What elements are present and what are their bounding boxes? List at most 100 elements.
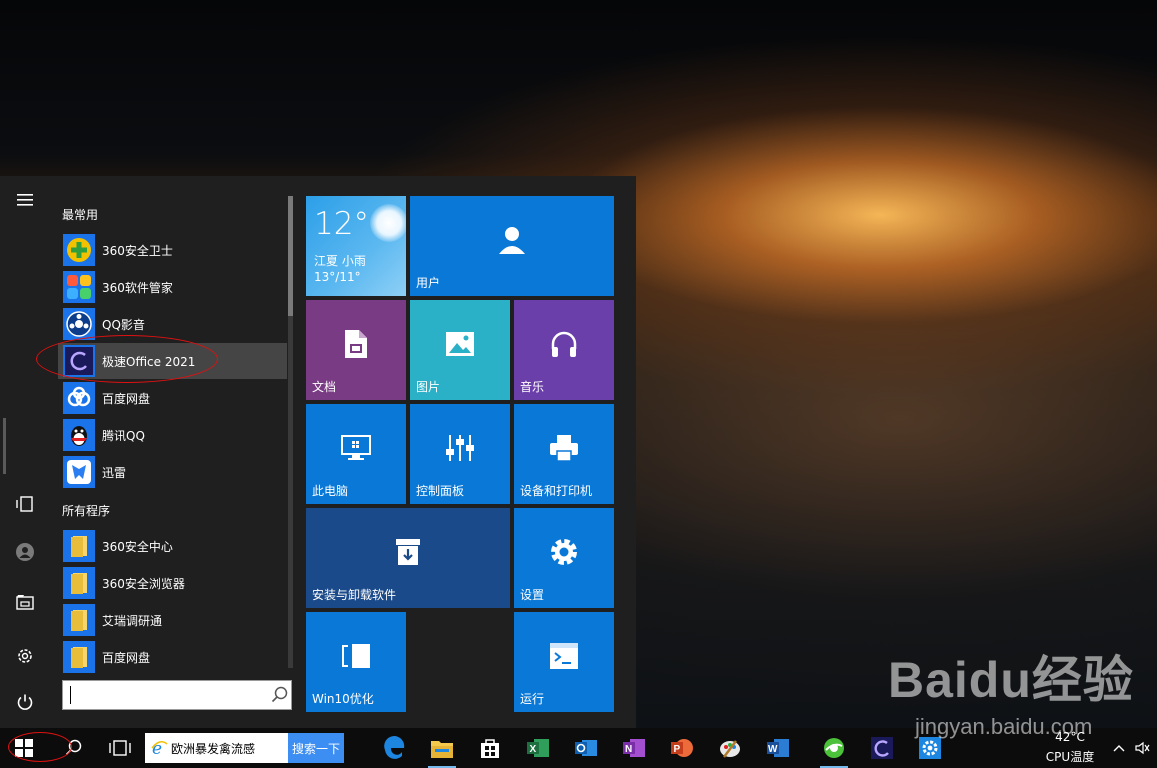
app-folder-baidu-netdisk[interactable]: 百度网盘	[58, 639, 287, 675]
tablet-mode-icon[interactable]	[0, 484, 50, 524]
cpu-temperature-label: CPU温度	[1045, 750, 1095, 764]
app-label: 360软件管家	[102, 280, 173, 295]
tile-devices-printers[interactable]: 设备和打印机	[514, 404, 614, 504]
tile-label: 用户	[416, 276, 441, 290]
paint-icon	[720, 740, 740, 758]
task-view-icon	[109, 740, 131, 756]
tile-user[interactable]: 用户	[410, 196, 614, 296]
folder-icon	[63, 567, 95, 599]
tile-control-panel[interactable]: 控制面板	[410, 404, 510, 504]
app-folder-360-browser[interactable]: 360安全浏览器	[58, 565, 287, 601]
run-icon	[550, 643, 578, 669]
tile-this-pc[interactable]: 此电脑	[306, 404, 406, 504]
app-label: 360安全浏览器	[102, 576, 185, 591]
tile-label: 安装与卸载软件	[312, 588, 397, 602]
tile-pictures[interactable]: 图片	[410, 300, 510, 400]
taskbar-app-360-browser[interactable]	[814, 728, 854, 768]
folder-icon	[63, 604, 95, 636]
tile-install-uninstall[interactable]: 安装与卸载软件	[306, 508, 510, 608]
power-icon[interactable]	[0, 682, 50, 722]
taskbar-app-jisu-office[interactable]	[862, 728, 902, 768]
app-label: 百度网盘	[102, 391, 151, 406]
taskbar-app-edge[interactable]	[374, 728, 414, 768]
taskbar-app-outlook[interactable]	[566, 728, 606, 768]
excel-icon: X	[527, 739, 549, 757]
picture-icon	[446, 332, 474, 356]
tile-weather[interactable]: 12° 江夏 小雨 13°/11°	[306, 196, 406, 296]
taskbar-news-search-input[interactable]: e 欧洲暴发禽流感	[145, 733, 288, 763]
search-icon[interactable]	[271, 686, 289, 708]
file-explorer-icon[interactable]	[0, 582, 50, 622]
hamburger-icon[interactable]	[0, 180, 50, 220]
app-label: 360安全中心	[102, 539, 173, 554]
tile-music[interactable]: 音乐	[514, 300, 614, 400]
document-icon	[345, 330, 367, 358]
task-view-button[interactable]	[100, 728, 140, 768]
jisu-office-icon	[871, 737, 893, 759]
app-folder-airui[interactable]: 艾瑞调研通	[58, 602, 287, 638]
powerpoint-icon: P	[671, 739, 693, 757]
scrollbar-thumb[interactable]	[288, 196, 293, 316]
settings-icon[interactable]	[0, 636, 50, 676]
taskbar-app-word[interactable]: W	[758, 728, 798, 768]
weather-range: 13°/11°	[314, 270, 361, 284]
app-xunlei[interactable]: 迅雷	[58, 454, 287, 490]
tile-label: 此电脑	[312, 484, 349, 498]
start-search-input[interactable]	[62, 680, 292, 710]
app-qq[interactable]: 腾讯QQ	[58, 417, 287, 453]
word-icon: W	[767, 739, 789, 757]
monitor-icon	[341, 435, 371, 460]
tile-label: 控制面板	[416, 484, 465, 498]
taskbar-app-excel[interactable]: X	[518, 728, 558, 768]
folder-icon	[63, 641, 95, 673]
baidu-netdisk-icon	[63, 382, 95, 414]
tile-label: 文档	[312, 380, 337, 394]
annotation-ellipse-start	[8, 732, 72, 762]
text-caret	[70, 686, 71, 704]
news-search-button[interactable]: 搜索一下	[288, 733, 344, 763]
taskbar-app-paint[interactable]	[710, 728, 750, 768]
chevron-up-icon	[1113, 745, 1125, 752]
svg-text:W: W	[768, 744, 778, 755]
ie-icon: e	[151, 739, 168, 757]
baidu-jingyan-watermark-logo: Baidu经验	[888, 652, 1134, 708]
volume-button[interactable]	[1132, 728, 1154, 768]
headphones-icon	[551, 331, 577, 357]
tile-label: 音乐	[520, 380, 545, 394]
show-hidden-icons-button[interactable]	[1108, 728, 1130, 768]
app-label: 腾讯QQ	[102, 428, 145, 443]
file-explorer-icon	[431, 741, 453, 758]
baidu-jingyan-watermark-url: jingyan.baidu.com	[915, 714, 1093, 739]
sun-icon	[370, 204, 406, 242]
tile-label: 设置	[520, 588, 545, 602]
gear-icon	[551, 539, 577, 565]
app-baidu-netdisk[interactable]: 百度网盘	[58, 380, 287, 416]
tile-documents[interactable]: 文档	[306, 300, 406, 400]
app-360-software-manager[interactable]: 360软件管家	[58, 269, 287, 305]
weather-location: 江夏 小雨	[314, 254, 366, 268]
360-browser-icon	[824, 738, 844, 758]
user-icon[interactable]	[0, 532, 50, 572]
tile-run[interactable]: 运行	[514, 612, 614, 712]
edge-icon	[384, 736, 405, 759]
optimize-icon	[342, 644, 370, 668]
taskbar-app-powerpoint[interactable]: P	[662, 728, 702, 768]
section-most-used: 最常用	[62, 208, 99, 222]
qq-player-icon	[63, 308, 95, 340]
app-folder-360-security-center[interactable]: 360安全中心	[58, 528, 287, 564]
section-all-programs: 所有程序	[62, 504, 111, 518]
taskbar-app-explorer[interactable]	[422, 728, 462, 768]
tile-settings[interactable]: 设置	[514, 508, 614, 608]
taskbar-app-onenote[interactable]: N	[614, 728, 654, 768]
app-label: 360安全卫士	[102, 243, 173, 258]
app-360-safe[interactable]: 360安全卫士	[58, 232, 287, 268]
qq-icon	[63, 419, 95, 451]
printer-icon	[550, 435, 578, 462]
tile-label: Win10优化	[312, 692, 374, 706]
app-label: 迅雷	[102, 465, 127, 480]
onenote-icon: N	[623, 739, 645, 757]
taskbar-app-store[interactable]	[470, 728, 510, 768]
sliders-icon	[446, 435, 474, 461]
rail-scroll-indicator	[3, 418, 6, 474]
tile-win10-optimize[interactable]: Win10优化	[306, 612, 406, 712]
